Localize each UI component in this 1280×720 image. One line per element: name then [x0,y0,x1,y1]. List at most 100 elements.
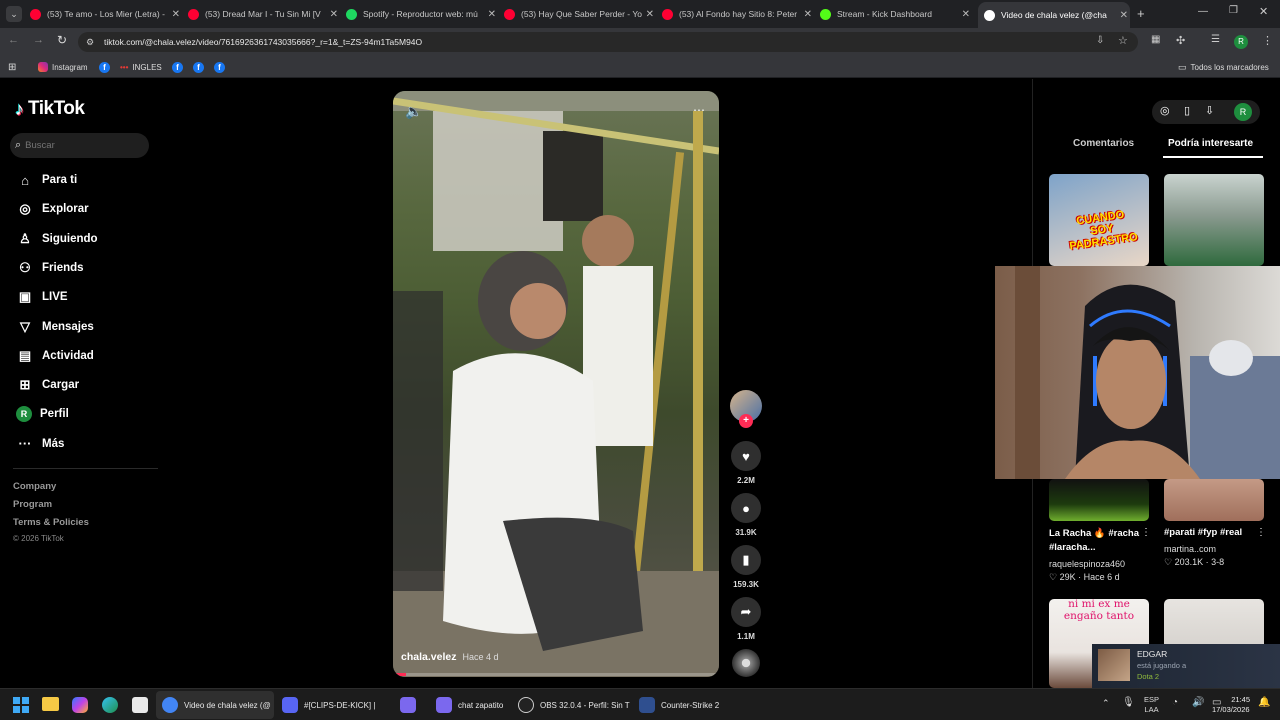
extensions-icon[interactable]: ✣ [1176,34,1185,47]
apps-grid-icon[interactable]: ⊞ [8,60,16,74]
nav-item-cargar[interactable]: ⊞ Cargar [16,374,80,396]
media-control-icon[interactable]: ▦ [1151,34,1160,45]
tab-podria-interesarte[interactable]: Podría interesarte [1168,138,1253,149]
nav-item-actividad[interactable]: ▤ Actividad [16,345,94,367]
browser-tab[interactable]: (53) Dread Mar I - Tu Sin Mi [V ✕ [188,4,340,24]
all-bookmarks-folder[interactable]: ▭ Todos los marcadores [1178,60,1269,74]
close-window-button[interactable]: ✕ [1259,5,1268,18]
footer-company-link[interactable]: Company [13,481,56,492]
browser-tab[interactable]: Video de chala velez (@cha ✕ [978,2,1130,28]
browser-tab[interactable]: (53) Al Fondo hay Sitio 8: Peter ✕ [662,4,814,24]
suggestion-thumb-2[interactable] [1164,174,1264,266]
url-bar[interactable]: ⚙ tiktok.com/@chala.velez/video/76169263… [78,32,1138,52]
suggestion-more-icon[interactable]: ⋮ [1256,527,1266,538]
bookmark-instagram[interactable]: Instagram [38,60,88,74]
bookmark-star-icon[interactable]: ☆ [1118,34,1128,47]
taskbar-app-discord[interactable]: #[CLIPS-DE-KICK] | [282,696,375,714]
search-box[interactable]: ⌕ [10,133,149,158]
suggestion-thumb-4[interactable] [1164,479,1264,521]
taskbar-app-counter-strike[interactable]: Counter-Strike 2 [639,696,719,714]
edge-icon[interactable] [102,697,118,713]
browser-tab[interactable]: (53) Hay Que Saber Perder - Yo ✕ [504,4,656,24]
suggestion-title-3[interactable]: La Racha 🔥 #racha #laracha... [1049,527,1149,555]
taskbar-app-obs[interactable]: OBS 32.0.4 - Perfil: Sin T [518,696,630,714]
back-icon[interactable]: ← [8,34,19,46]
like-button[interactable]: ♥ [731,441,761,471]
steam-notification[interactable]: EDGAR está jugando a Dota 2 [1092,644,1280,688]
reading-list-icon[interactable]: ☰ [1211,34,1220,45]
suggestion-thumb-1[interactable]: CUANDO SOY PADRASTRO [1049,174,1149,266]
suggestion-author-3[interactable]: raquelespinoza460 [1049,559,1125,569]
store-icon[interactable] [132,697,148,713]
music-disc-icon[interactable] [732,649,760,677]
forward-icon[interactable]: → [33,34,44,46]
tab-close-icon[interactable]: ✕ [804,9,812,20]
explore-icon[interactable]: ◎ [1160,104,1170,117]
taskbar-app-chrome[interactable]: Video de chala velez (@ [162,696,271,714]
tray-chevron-icon[interactable]: ⌃ [1102,698,1110,709]
tab-close-icon[interactable]: ✕ [172,9,180,20]
taskbar-app-app[interactable] [400,696,416,714]
nav-item-siguiendo[interactable]: ♙ Siguiendo [16,228,97,250]
copilot-icon[interactable] [72,697,88,713]
nav-item-m-s[interactable]: ··· Más [16,433,65,455]
tab-close-icon[interactable]: ✕ [488,9,496,20]
browser-tab[interactable]: (53) Te amo - Los Mier (Letra) - ✕ [30,4,182,24]
follow-plus-icon[interactable]: + [739,414,753,428]
tab-search-button[interactable]: ⌄ [6,6,22,22]
suggestion-thumb-3[interactable] [1049,479,1149,521]
volume-icon[interactable]: 🔈 [405,103,422,120]
footer-terms-link[interactable]: Terms & Policies [13,517,89,528]
nav-item-mensajes[interactable]: ▽ Mensajes [16,316,94,338]
suggestion-title-4[interactable]: #parati #fyp #real [1164,527,1242,538]
file-explorer-icon[interactable] [42,697,59,711]
tab-close-icon[interactable]: ✕ [646,9,654,20]
browser-tab[interactable]: Stream - Kick Dashboard ✕ [820,4,972,24]
volume-tray-icon[interactable]: 🔊 [1192,697,1204,708]
video-more-icon[interactable]: ⋯ [693,103,705,117]
maximize-button[interactable]: ❐ [1229,5,1238,16]
install-app-icon[interactable]: ⇩ [1096,35,1104,46]
tab-close-icon[interactable]: ✕ [330,9,338,20]
video-progress-bar[interactable] [393,673,719,676]
suggestion-author-4[interactable]: martina..com [1164,544,1216,554]
minimize-button[interactable]: — [1198,6,1208,17]
bookmark-facebook-2[interactable]: f [172,60,183,74]
save-button[interactable]: ▮ [731,545,761,575]
footer-program-link[interactable]: Program [13,499,52,510]
site-info-icon[interactable]: ⚙ [86,32,94,52]
browser-tab[interactable]: Spotify - Reproductor web: mú ✕ [346,4,498,24]
search-input[interactable] [25,140,136,151]
bookmark-ingles[interactable]: ••• INGLES [120,60,162,74]
reload-icon[interactable]: ↻ [57,33,67,47]
video-player[interactable]: 🔈 ⋯ chala.velez Hace 4 d [393,91,719,677]
taskbar-app-app[interactable]: chat zapatito [436,696,503,714]
suggestion-more-icon[interactable]: ⋮ [1141,527,1151,538]
nav-item-friends[interactable]: ⚇ Friends [16,257,83,279]
download-icon[interactable]: ⇩ [1205,104,1214,117]
notification-bell-icon[interactable]: 🔔 [1258,697,1270,708]
user-avatar[interactable]: R [1234,103,1252,121]
clock[interactable]: 21:45 [1224,695,1250,705]
new-tab-button[interactable]: + [1137,6,1145,21]
nav-item-explorar[interactable]: ◎ Explorar [16,198,88,220]
nav-item-live[interactable]: ▣ LIVE [16,286,68,308]
chrome-menu-icon[interactable]: ⋮ [1262,34,1273,47]
comment-button[interactable]: ● [731,493,761,523]
tab-close-icon[interactable]: ✕ [962,9,970,20]
language-indicator[interactable]: ESP LAA [1144,695,1159,715]
tab-comentarios[interactable]: Comentarios [1073,138,1134,149]
bookmark-facebook-4[interactable]: f [214,60,225,74]
nav-item-perfil[interactable]: R Perfil [16,403,69,425]
device-icon[interactable]: ▯ [1184,104,1190,117]
wifi-icon[interactable]: ◔ [1172,697,1178,708]
video-author[interactable]: chala.velez [401,651,456,663]
bookmark-facebook-3[interactable]: f [193,60,204,74]
bookmark-facebook[interactable]: f [99,60,110,74]
share-button[interactable]: ➦ [731,597,761,627]
tiktok-logo[interactable]: ♪ TikTok [15,98,85,120]
tab-close-icon[interactable]: ✕ [1120,10,1128,21]
nav-item-para-ti[interactable]: ⌂ Para ti [16,169,77,191]
start-button[interactable] [13,697,29,713]
profile-avatar[interactable]: R [1234,35,1248,49]
